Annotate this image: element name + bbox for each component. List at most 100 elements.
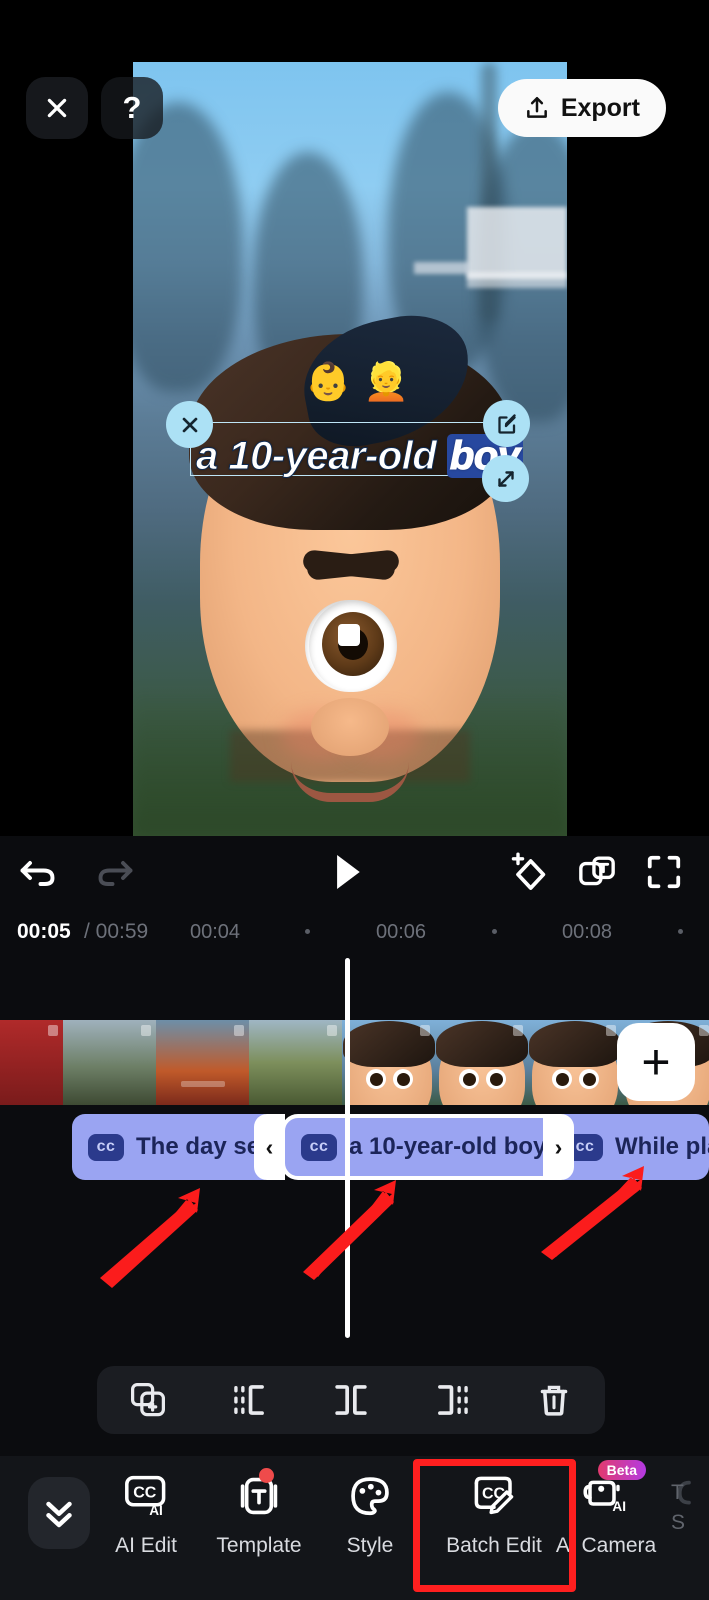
play-button[interactable] [322,848,372,896]
annotation-arrow [541,1166,644,1260]
redo-button[interactable] [90,850,138,894]
ruler-tick-dot [492,929,497,934]
caption-clip-text: While play [615,1133,709,1160]
delete-icon [540,1385,568,1416]
chevron-double-down-icon [46,1501,72,1528]
filmstrip-thumb[interactable] [63,1020,156,1105]
thumb-character-eye [393,1069,413,1089]
beta-badge: Beta [597,1460,646,1480]
nav-item-partial-label[interactable]: TS [671,1478,709,1538]
fullscreen-icon [647,855,681,889]
trim-left-icon [234,1385,265,1415]
cc-ai-icon: CC AI [122,1470,170,1522]
export-label: Export [560,93,640,122]
thumb-badge [513,1025,523,1036]
thumb-character-eye [459,1069,479,1089]
template-t-icon [236,1468,282,1522]
filmstrip-thumb[interactable] [435,1020,528,1105]
caption-edit-handle[interactable] [483,400,530,447]
caption-overlay-text[interactable]: a 10-year-old boy [196,433,523,479]
trim-right-button[interactable] [418,1374,488,1426]
magic-enhance-button[interactable] [505,848,553,896]
close-button[interactable] [26,77,88,139]
caption-text-plain: a 10-year-old [196,434,447,479]
thumb-badge [420,1025,430,1036]
palette-icon [346,1470,394,1522]
thumb-badge [327,1025,337,1036]
close-icon [47,98,67,118]
character-eye [309,600,397,692]
ruler-tick-label: 00:06 [376,921,427,943]
thumb-character-eye [579,1069,599,1089]
add-clip-button[interactable]: + [617,1023,695,1101]
notification-dot [259,1468,274,1483]
thumb-badge [606,1025,616,1036]
video-editor-screen: ? Export 👶👱 a 10-year-old boy 00:05 / 00… [0,0,709,1600]
filmstrip-thumb[interactable] [156,1020,249,1105]
duplicate-icon [130,1383,165,1417]
thumb-character-eye [552,1069,572,1089]
trim-left-button[interactable] [214,1374,284,1426]
caption-clip-selected[interactable]: cc a 10-year-old boy livi [281,1114,572,1180]
cc-badge-icon: cc [88,1133,124,1161]
help-button[interactable]: ? [101,77,163,139]
cc-badge-icon: cc [301,1133,337,1161]
nav-item-template[interactable]: Template [205,1468,313,1558]
svg-text:AI: AI [149,1503,163,1518]
fullscreen-button[interactable] [642,850,686,894]
text-layer-button[interactable] [574,850,620,894]
close-icon [182,417,197,432]
decor-tree [133,102,243,392]
nav-label: AI Edit [115,1534,177,1557]
caption-resize-handle[interactable] [482,455,529,502]
trim-right-icon [437,1385,468,1415]
filmstrip-thumb[interactable] [342,1020,435,1105]
video-filmstrip[interactable] [0,1020,709,1105]
watermark-blur [467,207,567,279]
ruler-tick-label: 00:08 [562,921,613,943]
filmstrip-thumb[interactable] [249,1020,342,1105]
caption-delete-handle[interactable] [166,401,213,448]
help-icon: ? [122,90,142,125]
character-eye-glint [338,624,360,647]
text-layer-icon [579,856,615,886]
undo-button[interactable] [15,850,63,894]
thumb-badge [234,1025,244,1036]
thumb-badge [699,1025,709,1036]
undo-icon [20,861,55,886]
filmstrip-thumb[interactable] [528,1020,621,1105]
filmstrip-thumb[interactable] [0,1020,63,1105]
annotation-arrow [100,1188,200,1288]
resize-diagonal-icon [497,470,514,487]
svg-text:CC: CC [133,1485,157,1502]
nav-item-ai-edit[interactable]: CC AI AI Edit [92,1470,200,1558]
nav-label: Style [346,1534,394,1557]
ai-camera-icon: AI Beta [582,1460,646,1522]
collapse-panel-button[interactable] [28,1477,90,1549]
batch-edit-highlight-box [413,1459,576,1592]
thumb-subtitle-bar [180,1081,225,1087]
ruler-tick-dot [305,929,310,934]
redo-icon [98,861,133,886]
ruler-tick-dot [678,929,683,934]
caption-clip[interactable]: cc While play [551,1114,709,1180]
nav-item-style[interactable]: Style [316,1470,424,1558]
export-button[interactable]: Export [497,79,666,137]
split-button[interactable] [316,1374,386,1426]
character-nose [311,698,389,756]
clip-trim-handle-left[interactable]: ‹ [254,1114,285,1180]
duplicate-button[interactable] [113,1374,183,1426]
current-time-label: 00:05 [17,920,71,943]
clip-trim-handle-right[interactable]: › [543,1114,574,1180]
watermark-strip [467,272,567,288]
timeline-playhead[interactable] [345,958,350,1338]
split-icon [335,1385,367,1415]
svg-text:AI: AI [612,1499,626,1514]
delete-button[interactable] [519,1374,589,1426]
caption-clip[interactable]: cc The day seem [72,1114,277,1180]
caption-clip-text: a 10-year-old boy livi [349,1133,568,1160]
edit-pencil-icon [497,413,516,434]
caption-track: cc The day seem cc a 10-year-old boy liv… [0,1114,709,1180]
total-time-label: / 00:59 [84,920,149,943]
character-iris [322,612,384,677]
